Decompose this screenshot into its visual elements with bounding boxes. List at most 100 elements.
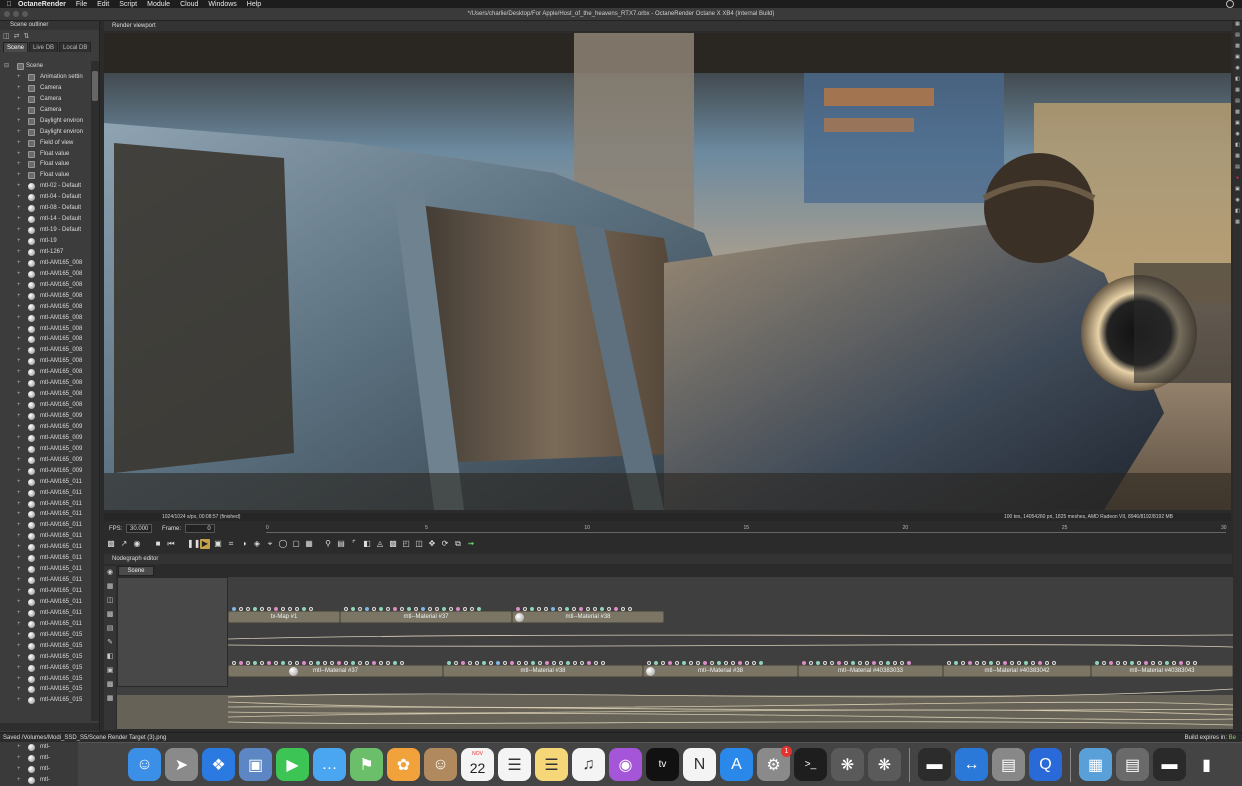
expand-icon[interactable]: + (17, 181, 21, 192)
expand-icon[interactable]: + (17, 652, 21, 663)
node-material-37-top[interactable]: mtl--Material #37 (340, 607, 512, 623)
expand-icon[interactable]: + (17, 324, 21, 335)
focus-pick-icon[interactable]: ⌖ (265, 539, 275, 549)
dock-console[interactable]: ▬ (1153, 748, 1186, 781)
right-tool-icon[interactable]: ◧ (1233, 142, 1242, 153)
dock-trash[interactable]: ▮ (1190, 748, 1223, 781)
tree-item[interactable]: + mtl-AM165_008 (0, 378, 91, 389)
film-region-icon[interactable]: ▦ (304, 539, 314, 549)
fps-input[interactable]: 30.000 (126, 524, 153, 533)
node-material-38-bottom-b[interactable]: mtl--Material #38 (643, 661, 798, 677)
expand-icon[interactable]: + (17, 742, 21, 753)
dock-terminal[interactable]: >_ (794, 748, 827, 781)
gizmo-icon[interactable]: ◰ (401, 539, 411, 549)
dock-folder[interactable]: ▦ (1079, 748, 1112, 781)
right-tool-icon[interactable]: ▤ (1233, 32, 1242, 43)
expand-icon[interactable]: + (17, 630, 21, 641)
lock-icon[interactable]: ▩ (106, 539, 116, 549)
dock-photos[interactable]: ✿ (387, 748, 420, 781)
tree-item[interactable]: + mtl-AM165_011 (0, 553, 91, 564)
menu-windows[interactable]: Windows (208, 1, 236, 8)
dock-octane-2[interactable]: ❋ (868, 748, 901, 781)
outliner-scrollbar[interactable] (91, 61, 99, 721)
tree-item[interactable]: + mtl-AM165_008 (0, 313, 91, 324)
tree-item[interactable]: + mtl-AM165_008 (0, 400, 91, 411)
right-tool-icon[interactable]: ● (1233, 175, 1242, 186)
right-tool-icon[interactable]: ◧ (1233, 76, 1242, 87)
expand-icon[interactable]: + (17, 608, 21, 619)
expand-icon[interactable]: + (17, 334, 21, 345)
region-icon[interactable]: ▣ (213, 539, 223, 549)
dock-app-store[interactable]: A (720, 748, 753, 781)
tree-item[interactable]: + mtl-AM165_008 (0, 334, 91, 345)
expand-icon[interactable]: + (17, 455, 21, 466)
move-icon[interactable]: ✥ (427, 539, 437, 549)
tab-local-db[interactable]: Local DB (59, 42, 92, 52)
dock-maps[interactable]: ⚑ (350, 748, 383, 781)
tree-item[interactable]: + mtl-AM165_011 (0, 586, 91, 597)
outliner-collapse-icon[interactable]: ⇅ (24, 32, 30, 40)
tree-item[interactable]: + mtl-AM165_008 (0, 302, 91, 313)
expand-icon[interactable]: + (17, 764, 21, 775)
dock-music[interactable]: ♫ (572, 748, 605, 781)
tree-item[interactable]: + mtl-1267 (0, 247, 91, 258)
tree-item[interactable]: + mtl- (0, 764, 78, 775)
node-mesh-icon[interactable]: ▩ (104, 608, 116, 622)
node-paint-icon[interactable]: ✎ (104, 636, 116, 650)
expand-icon[interactable]: + (17, 663, 21, 674)
tree-item[interactable]: + mtl-04 - Default (0, 192, 91, 203)
expand-icon[interactable]: ↗ (119, 539, 129, 549)
expand-icon[interactable]: + (17, 411, 21, 422)
stop-icon[interactable]: ■ (153, 539, 163, 549)
expand-icon[interactable]: + (17, 753, 21, 764)
tab-scene[interactable]: Scene (3, 42, 29, 52)
tree-item[interactable]: + mtl-AM165_008 (0, 367, 91, 378)
menu-module[interactable]: Module (147, 1, 170, 8)
expand-icon[interactable]: + (17, 203, 21, 214)
node-add-icon[interactable]: ◉ (104, 566, 116, 580)
snapshot-icon[interactable]: ▤ (336, 539, 346, 549)
menu-script[interactable]: Script (119, 1, 137, 8)
expand-icon[interactable]: + (17, 509, 21, 520)
dock-launchpad[interactable]: ➤ (165, 748, 198, 781)
tree-item[interactable]: + mtl-AM165_008 (0, 356, 91, 367)
menu-edit[interactable]: Edit (97, 1, 109, 8)
tree-item[interactable]: + Daylight environ (0, 116, 91, 127)
dock-finder[interactable]: ☺ (128, 748, 161, 781)
tree-item[interactable]: + mtl-AM165_015 (0, 674, 91, 685)
collapse-icon[interactable]: ⊟ (4, 61, 9, 72)
menu-help[interactable]: Help (247, 1, 261, 8)
dock-notes[interactable]: ☰ (535, 748, 568, 781)
dock-contacts[interactable]: ☺ (424, 748, 457, 781)
decal-icon[interactable]: ◧ (362, 539, 372, 549)
expand-icon[interactable]: + (17, 258, 21, 269)
expand-icon[interactable]: + (17, 378, 21, 389)
expand-icon[interactable]: + (17, 674, 21, 685)
white-balance-icon[interactable]: ◯ (278, 539, 288, 549)
expand-icon[interactable]: + (17, 83, 21, 94)
node-tree-icon[interactable]: ◫ (104, 594, 116, 608)
apple-icon[interactable]:  (0, 1, 18, 8)
pick-icon[interactable]: ⌗ (226, 539, 236, 549)
dock-facetime[interactable]: ▶ (276, 748, 309, 781)
expand-icon[interactable]: + (17, 302, 21, 313)
expand-icon[interactable]: + (17, 586, 21, 597)
cryptomatte-icon[interactable]: ▩ (388, 539, 398, 549)
node-camera-icon[interactable]: ◧ (104, 650, 116, 664)
dock-messages[interactable]: … (313, 748, 346, 781)
tree-item[interactable]: + Field of view (0, 138, 91, 149)
timeline-slider[interactable]: 0 5 10 15 20 25 30 (266, 525, 1227, 533)
world-icon[interactable]: ◫ (414, 539, 424, 549)
dock-news[interactable]: N (683, 748, 716, 781)
node-preview-icon[interactable]: ▤ (104, 622, 116, 636)
object-pick-icon[interactable]: ◈ (252, 539, 262, 549)
right-tool-icon[interactable]: ▩ (1233, 43, 1242, 54)
tree-item[interactable]: + mtl-AM165_008 (0, 258, 91, 269)
tree-item[interactable]: + mtl-AM165_015 (0, 641, 91, 652)
dock-octane[interactable]: ❋ (831, 748, 864, 781)
dock-activity-monitor[interactable]: ▬ (918, 748, 951, 781)
right-tool-icon[interactable]: ▦ (1233, 87, 1242, 98)
node-texture-icon[interactable]: ▩ (104, 678, 116, 692)
axis-icon[interactable]: ➟ (466, 539, 476, 549)
tree-item[interactable]: + mtl-AM165_011 (0, 531, 91, 542)
